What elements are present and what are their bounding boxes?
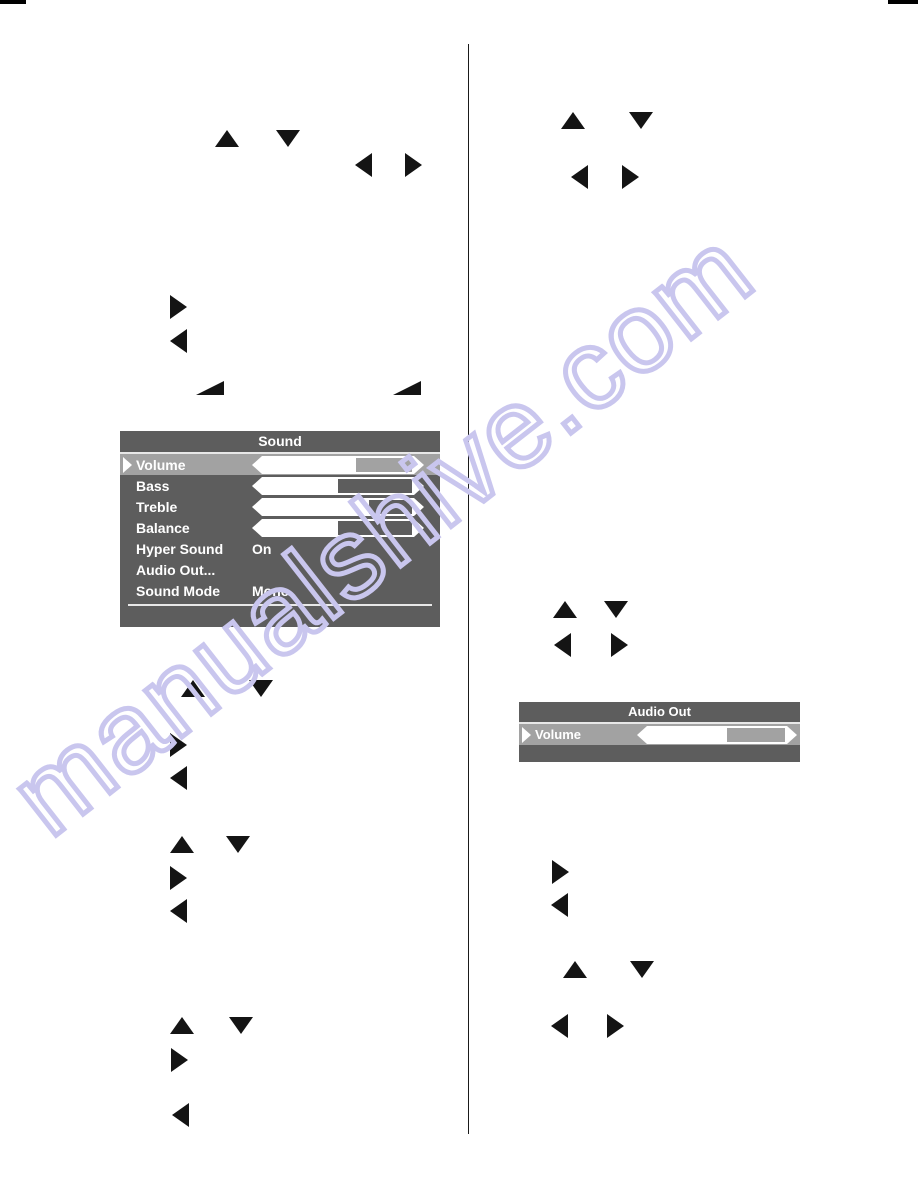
osd-item-value: On [252, 540, 272, 557]
slider-decrease-arrow-icon[interactable] [252, 518, 262, 537]
up-arrow-icon [563, 961, 587, 978]
right-arrow-icon [552, 860, 569, 884]
audio-out-osd-menu[interactable]: Audio Out Volume [519, 702, 800, 762]
osd-menu-item[interactable]: Bass [120, 475, 440, 496]
selection-cursor-icon [123, 457, 132, 473]
right-arrow-icon [170, 733, 187, 757]
osd-slider[interactable] [252, 455, 424, 474]
osd-item-label: Bass [136, 477, 170, 494]
osd-slider[interactable] [252, 476, 424, 495]
left-arrow-icon [170, 766, 187, 790]
up-arrow-icon [170, 1017, 194, 1034]
slider-fill [264, 457, 356, 472]
osd-item-label: Audio Out... [136, 561, 216, 578]
osd-menu-item[interactable]: Volume [120, 454, 440, 475]
audio-out-menu-title: Audio Out [519, 702, 800, 724]
left-arrow-icon [355, 153, 372, 177]
slider-fill [264, 478, 338, 493]
osd-slider[interactable] [252, 518, 424, 537]
up-arrow-clipped-icon [196, 381, 224, 395]
sound-osd-menu[interactable]: Sound Volume Bass Treble Balance Hyper Sound… [120, 431, 440, 627]
slider-increase-arrow-icon[interactable] [414, 497, 424, 516]
up-arrow-icon [215, 130, 239, 147]
slider-increase-arrow-icon[interactable] [787, 725, 797, 744]
up-arrow-clipped-icon [393, 381, 421, 395]
left-arrow-icon [554, 633, 571, 657]
right-arrow-icon [622, 165, 639, 189]
left-arrow-icon [551, 1014, 568, 1038]
slider-track[interactable] [262, 497, 414, 516]
column-divider [468, 44, 469, 1134]
sound-menu-bottom-rule [128, 604, 432, 606]
right-arrow-icon [171, 1048, 188, 1072]
slider-fill [649, 727, 727, 742]
slider-track[interactable] [262, 518, 414, 537]
osd-slider[interactable] [637, 725, 797, 744]
down-arrow-icon [249, 680, 273, 697]
osd-menu-item[interactable]: Hyper Sound On [120, 538, 440, 559]
osd-item-value: Mono [252, 582, 290, 599]
slider-increase-arrow-icon[interactable] [414, 455, 424, 474]
osd-menu-item[interactable]: Audio Out... [120, 559, 440, 580]
osd-item-label: Balance [136, 519, 190, 536]
slider-fill [264, 499, 370, 514]
right-arrow-icon [170, 295, 187, 319]
osd-menu-item[interactable]: Volume [519, 724, 800, 745]
slider-increase-arrow-icon[interactable] [414, 476, 424, 495]
left-arrow-icon [551, 893, 568, 917]
down-arrow-icon [604, 601, 628, 618]
left-arrow-icon [170, 329, 187, 353]
slider-decrease-arrow-icon[interactable] [637, 725, 647, 744]
right-arrow-icon [607, 1014, 624, 1038]
osd-menu-item[interactable]: Balance [120, 517, 440, 538]
scan-crop-bar-top-left [0, 0, 26, 4]
right-arrow-icon [611, 633, 628, 657]
slider-track[interactable] [262, 476, 414, 495]
down-arrow-icon [226, 836, 250, 853]
down-arrow-icon [629, 112, 653, 129]
up-arrow-icon [170, 836, 194, 853]
up-arrow-icon [553, 601, 577, 618]
slider-decrease-arrow-icon[interactable] [252, 455, 262, 474]
slider-decrease-arrow-icon[interactable] [252, 497, 262, 516]
down-arrow-icon [630, 961, 654, 978]
scan-crop-bar-top-right [888, 0, 918, 4]
osd-item-label: Volume [136, 456, 186, 473]
left-arrow-icon [571, 165, 588, 189]
up-arrow-icon [181, 680, 205, 697]
osd-item-label: Sound Mode [136, 582, 220, 599]
right-arrow-icon [405, 153, 422, 177]
slider-track[interactable] [647, 725, 787, 744]
selection-cursor-icon [522, 727, 531, 743]
osd-item-label: Hyper Sound [136, 540, 224, 557]
audio-out-menu-rows: Volume [519, 724, 800, 745]
slider-fill [264, 520, 338, 535]
osd-slider[interactable] [252, 497, 424, 516]
left-arrow-icon [170, 899, 187, 923]
osd-item-label: Volume [535, 727, 581, 742]
right-arrow-icon [170, 866, 187, 890]
slider-decrease-arrow-icon[interactable] [252, 476, 262, 495]
sound-menu-title: Sound [120, 431, 440, 454]
down-arrow-icon [229, 1017, 253, 1034]
slider-increase-arrow-icon[interactable] [414, 518, 424, 537]
up-arrow-icon [561, 112, 585, 129]
osd-menu-item[interactable]: Treble [120, 496, 440, 517]
manual-page: Sound Volume Bass Treble Balance Hyper Sound… [0, 0, 918, 1188]
osd-menu-item[interactable]: Sound Mode Mono [120, 580, 440, 601]
osd-item-label: Treble [136, 498, 178, 515]
sound-menu-rows: Volume Bass Treble Balance Hyper Sound On Audi… [120, 454, 440, 601]
slider-track[interactable] [262, 455, 414, 474]
down-arrow-icon [276, 130, 300, 147]
left-arrow-icon [172, 1103, 189, 1127]
